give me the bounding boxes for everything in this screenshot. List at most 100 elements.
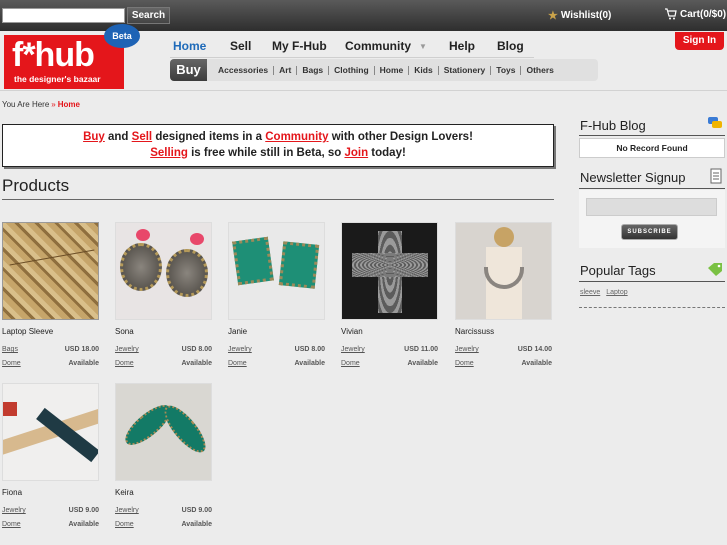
logo-tagline: the designer's bazaar [14, 74, 101, 84]
product-status: Available [181, 521, 212, 528]
product-category[interactable]: Jewelry [455, 346, 479, 353]
product-category[interactable]: Jewelry [341, 346, 365, 353]
promo-community-link[interactable]: Community [265, 131, 328, 143]
newsletter-email-field[interactable] [586, 198, 717, 216]
nav-my-fhub[interactable]: My F-Hub [269, 36, 342, 58]
product-name[interactable]: Vivian [341, 327, 363, 336]
product-name[interactable]: Fiona [2, 488, 22, 497]
blog-empty-message: No Record Found [579, 138, 725, 158]
star-icon: ★ [548, 10, 558, 22]
product-status: Available [181, 360, 212, 367]
category-home[interactable]: Home [375, 65, 410, 75]
nav-blog[interactable]: Blog [494, 36, 534, 58]
category-art[interactable]: Art [274, 65, 298, 75]
nav-community[interactable]: Community ▼ [342, 36, 446, 58]
product-status: Available [407, 360, 438, 367]
product-card: Janie Jewelry USD 8.00 Dome Available [228, 222, 328, 382]
category-clothing[interactable]: Clothing [329, 65, 375, 75]
category-bags[interactable]: Bags [297, 65, 330, 75]
nav-home[interactable]: Home [170, 36, 227, 58]
product-seller[interactable]: Dome [455, 360, 474, 367]
product-status: Available [68, 360, 99, 367]
category-kids[interactable]: Kids [409, 65, 439, 75]
product-card: Laptop Sleeve Bags USD 18.00 Dome Availa… [2, 222, 102, 382]
site-logo[interactable]: f*hub the designer's bazaar [4, 35, 124, 89]
product-image-fiona[interactable] [2, 383, 99, 481]
product-price: USD 14.00 [517, 346, 552, 353]
product-status: Available [68, 521, 99, 528]
product-image-janie[interactable] [228, 222, 325, 320]
product-category[interactable]: Bags [2, 346, 18, 353]
product-name[interactable]: Sona [115, 327, 134, 336]
buy-tab[interactable]: Buy [170, 59, 207, 81]
product-category[interactable]: Jewelry [115, 346, 139, 353]
header-divider [0, 90, 727, 91]
product-seller[interactable]: Dome [115, 521, 134, 528]
product-price: USD 8.00 [294, 346, 325, 353]
search-input[interactable] [2, 8, 125, 23]
product-image-narcissuss[interactable] [455, 222, 552, 320]
product-price: USD 11.00 [404, 346, 438, 353]
subscribe-button[interactable]: SUBSCRIBE [621, 224, 678, 240]
product-name[interactable]: Keira [115, 488, 134, 497]
wishlist-label: Wishlist(0) [560, 10, 612, 21]
breadcrumb-current[interactable]: Home [58, 100, 80, 109]
product-category[interactable]: Jewelry [115, 507, 139, 514]
category-accessories[interactable]: Accessories [213, 65, 275, 75]
nav-help[interactable]: Help [446, 36, 494, 58]
product-card: Sona Jewelry USD 8.00 Dome Available [115, 222, 215, 382]
promo-sell-link[interactable]: Sell [132, 131, 152, 143]
product-seller[interactable]: Dome [2, 360, 21, 367]
blog-divider [579, 135, 725, 136]
product-image-sona[interactable] [115, 222, 212, 320]
product-seller[interactable]: Dome [2, 521, 21, 528]
product-name[interactable]: Narcissuss [455, 327, 494, 336]
promo-buy-link[interactable]: Buy [83, 131, 105, 143]
promo-join-link[interactable]: Join [344, 147, 368, 159]
promo-selling-link[interactable]: Selling [150, 147, 188, 159]
category-stationery[interactable]: Stationery [439, 65, 492, 75]
product-price: USD 8.00 [181, 346, 212, 353]
product-card: Vivian Jewelry USD 11.00 Dome Available [341, 222, 441, 382]
product-price: USD 9.00 [68, 507, 99, 514]
cart-label: Cart(0/$0) [680, 8, 727, 20]
tag-link[interactable]: sleeve [580, 289, 600, 296]
product-name[interactable]: Laptop Sleeve [2, 327, 53, 336]
search-button[interactable]: Search [127, 7, 170, 24]
product-image-keira[interactable] [115, 383, 212, 481]
promo-banner: Buy and Sell designed items in a Communi… [2, 124, 554, 167]
product-image-laptop-sleeve[interactable] [2, 222, 99, 320]
cart-link[interactable]: Cart(0/$0) [665, 8, 726, 20]
newsletter-divider [579, 188, 725, 189]
product-seller[interactable]: Dome [115, 360, 134, 367]
promo-text: and [104, 131, 132, 143]
category-others[interactable]: Others [521, 65, 558, 75]
nav-sell[interactable]: Sell [227, 36, 269, 58]
newsletter-form: SUBSCRIBE [579, 190, 725, 248]
breadcrumb: You Are Here» Home [2, 100, 80, 109]
product-image-vivian[interactable] [341, 222, 438, 320]
product-card: Narcissuss Jewelry USD 14.00 Dome Availa… [455, 222, 555, 382]
chevron-down-icon: ▼ [419, 42, 427, 51]
main-nav: Home Sell My F-Hub Community ▼ Help Blog [170, 36, 534, 58]
newsletter-heading: Newsletter Signup [580, 170, 686, 185]
product-category[interactable]: Jewelry [2, 507, 26, 514]
product-seller[interactable]: Dome [341, 360, 360, 367]
products-divider [2, 199, 554, 200]
tags-divider [579, 281, 725, 282]
promo-line-2: Selling is free while still in Beta, so … [3, 145, 553, 161]
product-name[interactable]: Janie [228, 327, 247, 336]
category-toys[interactable]: Toys [491, 65, 522, 75]
tag-cloud: sleeve Laptop [580, 289, 628, 296]
product-seller[interactable]: Dome [228, 360, 247, 367]
logo-wordmark: f*hub [12, 36, 95, 74]
product-category[interactable]: Jewelry [228, 346, 252, 353]
sign-in-button[interactable]: Sign In [675, 32, 724, 50]
nav-community-label: Community [345, 39, 411, 53]
tag-link[interactable]: Laptop [606, 289, 627, 296]
blog-heading: F-Hub Blog [580, 118, 646, 133]
product-price: USD 18.00 [64, 346, 99, 353]
breadcrumb-separator: » [51, 100, 56, 109]
promo-text: designed items in a [152, 131, 266, 143]
wishlist-link[interactable]: ★ Wishlist(0) [548, 9, 611, 22]
